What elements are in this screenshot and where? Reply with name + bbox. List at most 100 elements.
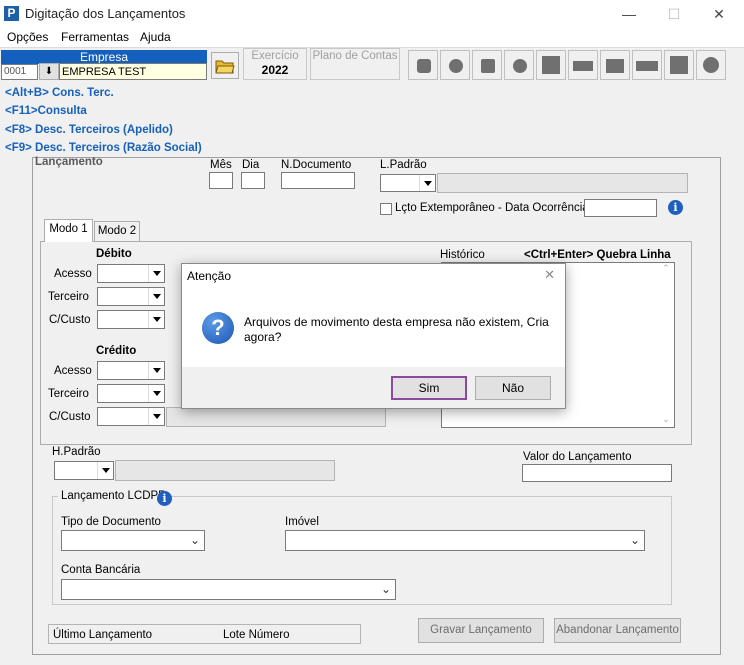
tool-circle-icon[interactable] [696,50,726,80]
historico-hint: <Ctrl+Enter> Quebra Linha [524,249,671,261]
credito-terceiro-combo[interactable] [97,384,165,403]
hpadrao-description [115,460,335,481]
conta-label: Conta Bancária [61,564,141,576]
conta-select[interactable]: ⌄ [61,579,396,600]
dia-label: Dia [242,159,260,171]
chevron-down-icon [148,265,164,282]
credito-acesso-label: Acesso [54,365,92,377]
app-icon: P [4,6,19,21]
lcdpr-title: Lançamento LCDPR [58,490,170,502]
hpadrao-label: H.Padrão [52,446,101,458]
credito-ccusto-combo[interactable] [97,407,165,426]
tab-modo-1[interactable]: Modo 1 [44,219,93,242]
debito-ccusto-combo[interactable] [97,310,165,329]
debito-title: Débito [96,248,132,260]
historico-label: Histórico [440,249,485,261]
chevron-down-icon [419,175,435,191]
lpadrao-description [437,173,688,193]
chevron-down-icon [148,288,164,305]
menu-opcoes[interactable]: Opções [7,30,48,44]
dialog-close-icon[interactable]: ✕ [544,267,555,283]
dialog-footer: Sim Não [182,367,565,408]
extemporaneo-label: Lçto Extemporâneo - Data Ocorrência [395,202,589,214]
ndoc-input[interactable] [281,172,355,189]
exercicio-label: Exercício [251,50,299,62]
chevron-down-icon: ⌄ [629,533,640,547]
tool-block-icon[interactable] [664,50,694,80]
empresa-lookup-button[interactable]: ⬇ [39,63,59,80]
credito-terceiro-label: Terceiro [48,388,89,400]
sim-button[interactable]: Sim [391,376,467,400]
imovel-label: Imóvel [285,516,319,528]
debito-terceiro-combo[interactable] [97,287,165,306]
dialog-title: Atenção [187,269,232,283]
maximize-icon: ☐ [667,6,681,22]
menu-ajuda[interactable]: Ajuda [140,30,171,44]
hpadrao-combo[interactable] [54,461,114,480]
tab-modo-2[interactable]: Modo 2 [94,221,140,242]
imovel-select[interactable]: ⌄ [285,530,645,551]
credito-ccusto-label: C/Custo [49,411,91,423]
folder-icon [215,60,235,74]
valor-input[interactable] [522,464,672,482]
abandonar-button[interactable]: Abandonar Lançamento [554,618,681,643]
lote-label: Lote Número [223,629,290,641]
empresa-name-field: EMPRESA TEST [59,63,207,80]
lcdpr-info-icon[interactable]: i [157,491,172,506]
tipo-doc-label: Tipo de Documento [61,516,161,528]
plano-label: Plano de Contas [312,50,398,62]
tool-bar-icon[interactable] [632,50,662,80]
folder-open-button[interactable] [211,52,239,79]
tool-hand-icon[interactable] [408,50,438,80]
chevron-down-icon: ⌄ [189,533,200,547]
debito-acesso-label: Acesso [54,268,92,280]
lancamento-section-label: Lançamento [35,156,103,168]
chevron-down-icon: ⌄ [380,582,391,596]
tipo-doc-select[interactable]: ⌄ [61,530,205,551]
gravar-button[interactable]: Gravar Lançamento [418,618,544,643]
question-icon: ? [202,312,234,344]
debito-ccusto-label: C/Custo [49,314,91,326]
window-title: Digitação dos Lançamentos [25,6,186,21]
nao-button[interactable]: Não [475,376,551,400]
lpadrao-combo[interactable] [380,174,436,192]
mes-label: Mês [210,159,232,171]
debito-acesso-combo[interactable] [97,264,165,283]
lpadrao-label: L.Padrão [380,159,427,171]
ndoc-label: N.Documento [281,159,352,171]
extemporaneo-checkbox[interactable] [380,203,392,215]
ultimo-label: Último Lançamento [53,629,153,641]
mes-input[interactable] [209,172,233,189]
exercicio-value: 2022 [261,63,289,77]
chevron-down-icon [148,362,164,379]
tool-star-icon[interactable] [504,50,534,80]
tool-round-icon[interactable] [440,50,470,80]
chevron-down-icon [148,408,164,425]
scroll-up-icon[interactable]: ⌃ [660,263,672,274]
debito-terceiro-label: Terceiro [48,291,89,303]
dia-input[interactable] [241,172,265,189]
tool-doc-icon[interactable] [472,50,502,80]
shortcut-cons-terc: <Alt+B> Cons. Terc. [5,87,114,99]
minimize-icon[interactable]: — [619,5,639,23]
close-icon[interactable]: ✕ [709,5,729,23]
scroll-down-icon[interactable]: ⌄ [660,414,672,425]
info-icon[interactable]: i [668,200,683,215]
confirm-dialog: Atenção ✕ ? Arquivos de movimento desta … [181,263,566,409]
chevron-down-icon [148,385,164,402]
tool-box-icon[interactable] [600,50,630,80]
chevron-down-icon [148,311,164,328]
valor-label: Valor do Lançamento [523,451,632,463]
tool-wide-icon[interactable] [568,50,598,80]
credito-acesso-combo[interactable] [97,361,165,380]
menu-ferramentas[interactable]: Ferramentas [61,30,129,44]
tool-square-icon[interactable] [536,50,566,80]
shortcut-apelido: <F8> Desc. Terceiros (Apelido) [5,124,173,136]
shortcut-razao-social: <F9> Desc. Terceiros (Razão Social) [5,142,202,154]
dialog-message: Arquivos de movimento desta empresa não … [244,315,549,344]
empresa-header: Empresa [1,50,207,64]
chevron-down-icon [97,462,113,479]
empresa-code-field[interactable]: 0001 [1,64,38,80]
data-ocorrencia-input[interactable] [584,199,657,217]
credito-ccusto-description [166,407,386,427]
